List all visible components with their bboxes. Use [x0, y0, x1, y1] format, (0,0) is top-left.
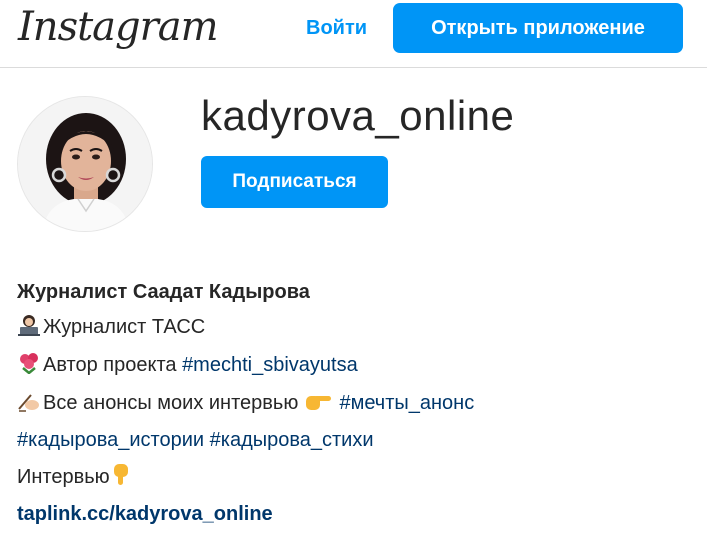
profile-page: Instagram Войти Открыть приложение kadyr… — [0, 0, 707, 546]
avatar[interactable] — [17, 96, 153, 232]
bio-line-2: Автор проекта #mechti_sbivayutsa — [17, 352, 697, 380]
pointing-down-icon — [110, 462, 134, 492]
profile-bio: Журналист Саадат Кадырова Журналист ТАСС — [17, 280, 697, 526]
login-link[interactable]: Войти — [306, 16, 367, 40]
bio-line-2-text: Автор проекта — [43, 354, 183, 376]
open-app-button[interactable]: Открыть приложение — [393, 3, 683, 53]
hashtag-mechty-anons[interactable]: #мечты_анонс — [339, 392, 474, 414]
bio-line-4: #кадырова_истории #кадырова_стихи — [17, 428, 697, 452]
bio-external-link[interactable]: taplink.cc/kadyrova_online — [17, 502, 697, 526]
hashtag-kadyrova-istorii[interactable]: #кадырова_истории — [17, 429, 204, 451]
pointing-right-icon — [304, 390, 332, 418]
bio-line-3: Все анонсы моих интервью #мечты_анонс — [17, 390, 697, 418]
flower-bouquet-icon — [17, 352, 41, 380]
laptop-woman-icon — [17, 314, 41, 342]
bio-full-name: Журналист Саадат Кадырова — [17, 281, 310, 303]
writing-hand-icon — [17, 390, 41, 418]
profile-username: kadyrova_online — [201, 92, 515, 139]
bio-line-3-text: Все анонсы моих интервью — [43, 392, 304, 414]
profile-photo-icon — [18, 97, 152, 231]
instagram-logo[interactable]: Instagram — [18, 4, 219, 50]
hashtag-kadyrova-stikhi[interactable]: #кадырова_стихи — [210, 429, 374, 451]
bio-line-1-text: Журналист ТАСС — [43, 316, 206, 338]
bio-line-1: Журналист ТАСС — [17, 314, 697, 342]
bio-line-5-text: Интервью — [17, 466, 110, 488]
follow-button[interactable]: Подписаться — [201, 156, 388, 208]
bio-line-5: Интервью — [17, 462, 697, 492]
hashtag-mechti-sbivayutsa[interactable]: #mechti_sbivayutsa — [182, 354, 358, 376]
top-bar: Instagram Войти Открыть приложение — [0, 0, 707, 68]
